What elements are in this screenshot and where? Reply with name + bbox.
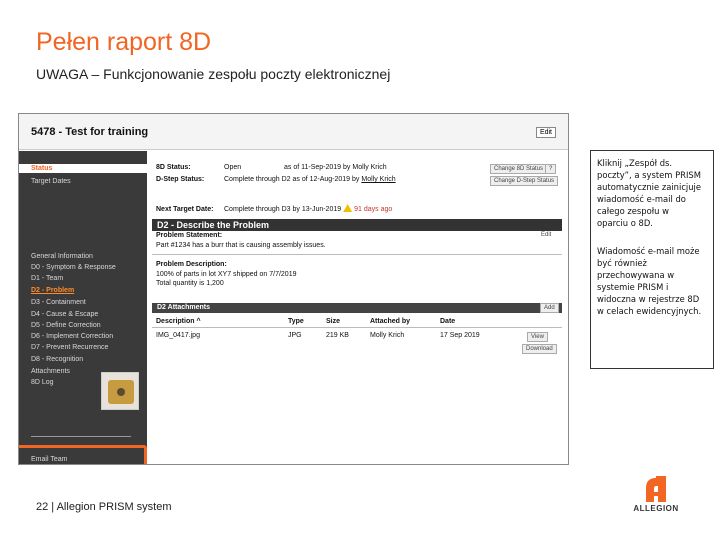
- sidebar: Status Target Dates General Information …: [19, 151, 147, 464]
- sidebar-item-d1[interactable]: D1 - Team: [31, 275, 63, 282]
- sidebar-item-status[interactable]: Status: [19, 164, 147, 173]
- sidebar-item-general-information[interactable]: General Information: [31, 253, 93, 260]
- record-header: 5478 - Test for training Edit: [19, 114, 568, 150]
- sidebar-item-target-dates[interactable]: Target Dates: [31, 178, 71, 185]
- problem-description-line-1: 100% of parts in lot XY7 shipped on 7/7/…: [156, 271, 297, 278]
- sidebar-item-d2[interactable]: D2 - Problem: [31, 287, 74, 294]
- attachment-filename[interactable]: IMG_0417.jpg: [156, 332, 200, 339]
- d-step-row: D-Step Status: Complete through D2 as of …: [156, 176, 396, 183]
- sidebar-divider: [31, 436, 131, 437]
- sidebar-item-d6[interactable]: D6 - Implement Correction: [31, 333, 113, 340]
- sidebar-item-d0[interactable]: D0 - Symptom & Response: [31, 264, 116, 271]
- target-date-value: Complete through D3 by 13-Jun-2019: [224, 206, 342, 213]
- allegion-mark-icon: [646, 476, 666, 502]
- help-button[interactable]: ?: [545, 164, 557, 174]
- record-title: 5478 - Test for training: [31, 126, 149, 138]
- column-date: Date: [440, 318, 456, 325]
- d2-section-header: D2 - Describe the Problem: [152, 219, 562, 231]
- d2-attachments-header: D2 Attachments: [152, 303, 562, 313]
- warning-icon: [343, 204, 353, 212]
- download-attachment-button[interactable]: Download: [522, 344, 557, 354]
- table-header-divider: [152, 327, 562, 328]
- target-date-label: Next Target Date:: [156, 206, 214, 213]
- view-attachment-button[interactable]: View: [527, 332, 548, 342]
- slide-subtitle: UWAGA – Funkcjonowanie zespołu poczty el…: [36, 66, 391, 82]
- target-date-row: Next Target Date: Complete through D3 by …: [156, 204, 392, 213]
- slide-title: Pełen raport 8D: [36, 28, 212, 56]
- callout-text-email-team: Kliknij „Zespół ds. poczty”, a system PR…: [597, 158, 702, 229]
- callout-box: Kliknij „Zespół ds. poczty”, a system PR…: [590, 150, 714, 369]
- slide-footer: 22 | Allegion PRISM system: [36, 501, 172, 513]
- divider: [152, 254, 562, 255]
- sidebar-item-d8[interactable]: D8 - Recognition: [31, 356, 83, 363]
- change-d-step-status-button[interactable]: Change D-Step Status: [490, 176, 559, 186]
- column-attached-by: Attached by: [370, 318, 411, 325]
- d-step-value: Complete through D2 as of 12-Aug-2019 by: [224, 176, 360, 183]
- sidebar-item-label: Status: [31, 165, 53, 172]
- logo-text: ALLEGION: [633, 504, 679, 513]
- problem-description-line-2: Total quantity is 1,200: [156, 280, 224, 287]
- sidebar-item-8d-log[interactable]: 8D Log: [31, 379, 54, 386]
- sidebar-item-d3[interactable]: D3 - Containment: [31, 299, 86, 306]
- d-step-user-link[interactable]: Molly Krich: [361, 176, 395, 183]
- problem-statement-value: Part #1234 has a burr that is causing as…: [156, 242, 326, 249]
- attachment-author: Molly Krich: [370, 332, 405, 339]
- add-attachment-button[interactable]: Add: [540, 303, 559, 313]
- column-description[interactable]: Description ^: [156, 318, 201, 325]
- problem-statement-label: Problem Statement:: [156, 232, 223, 239]
- attachment-thumbnail[interactable]: [101, 372, 139, 410]
- attachment-date: 17 Sep 2019: [440, 332, 480, 339]
- overdue-text: 91 days ago: [354, 206, 393, 213]
- attachment-type: JPG: [288, 332, 302, 339]
- column-size: Size: [326, 318, 341, 325]
- status-row: 8D Status: Open as of 11-Sep-2019 by Molly…: [156, 164, 387, 171]
- d-step-label: D-Step Status:: [156, 176, 205, 183]
- attachment-size: 219 KB: [326, 332, 349, 339]
- status-as-of: as of 11-Sep-2019 by Molly Krich: [284, 164, 387, 171]
- edit-d2-button[interactable]: Edit: [538, 231, 554, 239]
- status-label: 8D Status:: [156, 164, 191, 171]
- change-8d-status-button[interactable]: Change 8D Status: [490, 164, 548, 174]
- email-team-highlight: [19, 445, 147, 464]
- edit-record-button[interactable]: Edit: [535, 127, 556, 138]
- part-image: [108, 380, 134, 404]
- callout-text-storage: Wiadomość e-mail może być również przech…: [597, 245, 702, 317]
- sidebar-item-d7[interactable]: D7 - Prevent Recurrence: [31, 344, 108, 351]
- column-type: Type: [288, 318, 304, 325]
- sidebar-item-d5[interactable]: D5 - Define Correction: [31, 322, 101, 329]
- allegion-logo: ALLEGION: [626, 476, 686, 516]
- problem-description-label: Problem Description:: [156, 261, 227, 268]
- sidebar-item-attachments[interactable]: Attachments: [31, 368, 70, 375]
- sidebar-item-d4[interactable]: D4 - Cause & Escape: [31, 311, 98, 318]
- prism-screenshot: 5478 - Test for training Edit Status Tar…: [18, 113, 569, 465]
- status-value: Open: [224, 164, 242, 171]
